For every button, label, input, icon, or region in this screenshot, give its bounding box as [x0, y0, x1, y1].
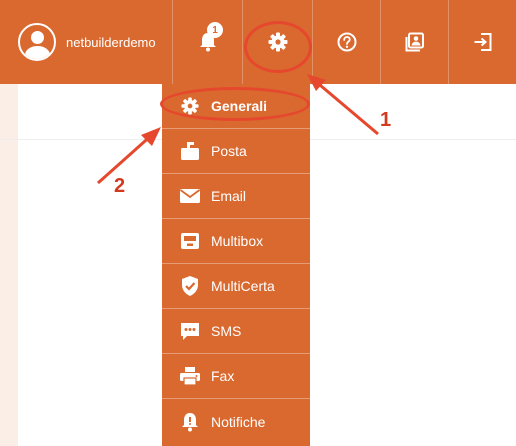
annotation-number-1: 1: [380, 109, 392, 131]
annotation-arrows: [97, 74, 379, 185]
arrow-step-2: [97, 127, 161, 185]
arrow-step-1: [307, 74, 379, 136]
annotation-number-2: 2: [114, 175, 126, 197]
